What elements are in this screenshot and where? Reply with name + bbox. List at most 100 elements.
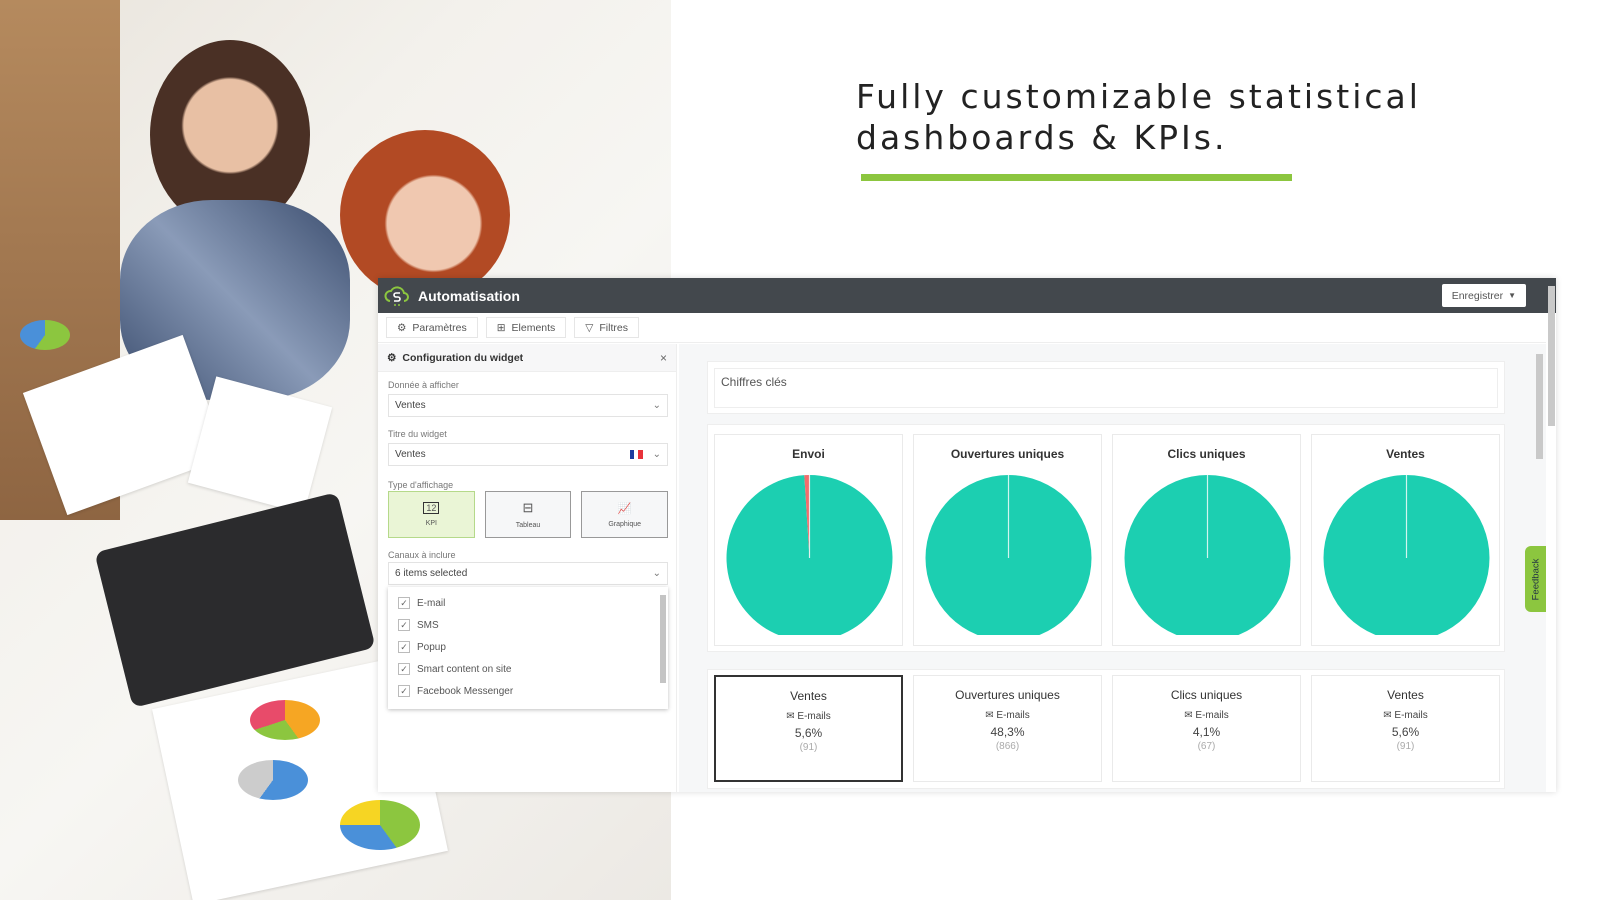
kpi-title: Clics uniques (1170, 688, 1243, 702)
kpi-channel: E-mails (996, 710, 1030, 721)
channel-option[interactable]: ✓ Facebook Messenger (388, 680, 668, 702)
headline-line-1: Fully customizable statistical (856, 77, 1421, 116)
key-figures-section: Chiffres clés (707, 361, 1505, 414)
config-title: Configuration du widget (402, 351, 524, 364)
pie-card[interactable]: Envoi (714, 434, 903, 646)
save-button[interactable]: Enregistrer ▼ (1441, 284, 1526, 307)
channel-option[interactable]: ✓ Popup (388, 636, 668, 658)
kpi-value: 48,3% (990, 725, 1025, 739)
photo-pie (20, 320, 70, 350)
pie-card[interactable]: Clics uniques (1112, 434, 1301, 646)
close-icon[interactable]: × (660, 351, 667, 365)
channel-label: E-mail (417, 597, 446, 609)
config-header: ⚙ Configuration du widget × (378, 344, 676, 372)
checkbox[interactable]: ✓ (398, 641, 410, 653)
chevron-down-icon: ⌄ (652, 568, 661, 579)
channel-label: Smart content on site (417, 663, 512, 675)
kpi-icon: 12 (423, 502, 440, 514)
pie-chart (1124, 475, 1291, 635)
kpi-card[interactable]: Ouvertures uniques ✉ E-mails 48,3% (866) (913, 675, 1102, 782)
display-type-label: KPI (425, 520, 437, 527)
app-window: Automatisation Enregistrer ▼ ⚙ Paramètres … (378, 278, 1556, 792)
chevron-down-icon: ⌄ (652, 400, 661, 411)
grid-icon: ⊞ (496, 321, 506, 334)
kpi-value: 4,1% (1192, 725, 1221, 739)
channel-option[interactable]: ✓ Smart content on site (388, 658, 668, 680)
channels-dropdown: ✓ E-mail ✓ SMS ✓ Popup ✓ Smart content on site ✓… (388, 587, 668, 709)
kpi-card[interactable]: Ventes ✉ E-mails 5,6% (91) (1311, 675, 1500, 782)
kpi-title: Ventes (1387, 688, 1424, 702)
pie-card[interactable]: Ventes (1311, 434, 1500, 646)
window-scrollbar[interactable] (1548, 286, 1555, 426)
tab-parametres[interactable]: ⚙ Paramètres (386, 317, 478, 338)
data-label: Donnée à afficher (388, 380, 459, 390)
channels-label: Canaux à inclure (388, 550, 456, 560)
channel-label: Popup (417, 641, 446, 653)
display-type-label: Type d'affichage (388, 480, 454, 490)
checkbox[interactable]: ✓ (398, 663, 410, 675)
feedback-tab[interactable]: Feedback (1525, 546, 1546, 612)
kpi-channel: E-mails (1195, 710, 1229, 721)
table-icon: ⊟ (522, 500, 534, 515)
widget-title-value: Ventes (395, 449, 426, 460)
channels-value: 6 items selected (395, 568, 468, 579)
channel-option[interactable]: ✓ E-mail (388, 592, 668, 614)
pie-card[interactable]: Ouvertures uniques (913, 434, 1102, 646)
dashboard-area: Chiffres clés Envoi Ouvertures uniques Cli… (679, 344, 1546, 792)
photo-pie (238, 760, 308, 800)
data-select[interactable]: Ventes ⌄ (388, 394, 668, 417)
language-select[interactable]: ⌄ (629, 449, 661, 460)
french-flag-icon (629, 450, 643, 459)
pie-chart (726, 475, 893, 635)
caret-down-icon: ▼ (1508, 291, 1516, 300)
filter-icon: ▽ (585, 321, 594, 334)
headline-line-2: dashboards & KPIs. (856, 118, 1228, 157)
key-figures-title: Chiffres clés (714, 368, 1498, 408)
widget-title-input[interactable]: Ventes ⌄ (388, 443, 668, 466)
dropdown-scrollbar[interactable] (660, 595, 666, 683)
photo-pie (340, 800, 420, 850)
tab-filtres[interactable]: ▽ Filtres (574, 317, 639, 338)
data-value: Ventes (395, 400, 426, 411)
kpi-count: (91) (799, 742, 818, 753)
envelope-icon: ✉ (1383, 710, 1392, 721)
channel-label: Facebook Messenger (417, 685, 514, 697)
chevron-down-icon: ⌄ (652, 449, 661, 460)
tab-label: Elements (511, 321, 556, 334)
display-type-graphique[interactable]: 📈 Graphique (581, 491, 669, 538)
pie-chart (1323, 475, 1490, 635)
display-type-label: Tableau (515, 522, 541, 529)
widget-title-label: Titre du widget (388, 429, 447, 439)
kpi-title: Ventes (790, 689, 827, 703)
photo-person-2 (340, 130, 510, 300)
envelope-icon: ✉ (786, 711, 795, 722)
cloud-logo-icon (384, 285, 409, 306)
display-type-tableau[interactable]: ⊟ Tableau (484, 491, 572, 538)
checkbox[interactable]: ✓ (398, 685, 410, 697)
feedback-label: Feedback (1530, 558, 1542, 600)
kpi-count: (67) (1197, 741, 1216, 752)
tab-label: Filtres (599, 321, 628, 334)
channels-select[interactable]: 6 items selected ⌄ (388, 562, 668, 585)
kpi-count: (91) (1396, 741, 1415, 752)
kpi-count: (866) (995, 741, 1020, 752)
kpi-card[interactable]: Clics uniques ✉ E-mails 4,1% (67) (1112, 675, 1301, 782)
channel-option[interactable]: ✓ SMS (388, 614, 668, 636)
photo-pie (250, 700, 320, 740)
envelope-icon: ✉ (1184, 710, 1193, 721)
display-type-label: Graphique (608, 520, 642, 528)
gears-icon: ⚙ (387, 351, 397, 364)
display-type-kpi[interactable]: 12 KPI (388, 491, 475, 538)
kpi-title: Ouvertures uniques (955, 688, 1060, 702)
tab-label: Paramètres (412, 321, 467, 334)
dashboard-scrollbar[interactable] (1536, 354, 1543, 459)
kpi-card[interactable]: Ventes ✉ E-mails 5,6% (91) (714, 675, 903, 782)
checkbox[interactable]: ✓ (398, 619, 410, 631)
chart-icon: 📈 (617, 502, 632, 515)
kpi-channel: E-mails (1394, 710, 1428, 721)
widget-config-panel: ⚙ Configuration du widget × Donnée à affic… (378, 344, 677, 792)
tab-elements[interactable]: ⊞ Elements (485, 317, 567, 338)
pie-chart (925, 475, 1092, 635)
checkbox[interactable]: ✓ (398, 597, 410, 609)
kpi-channel: E-mails (797, 711, 831, 722)
